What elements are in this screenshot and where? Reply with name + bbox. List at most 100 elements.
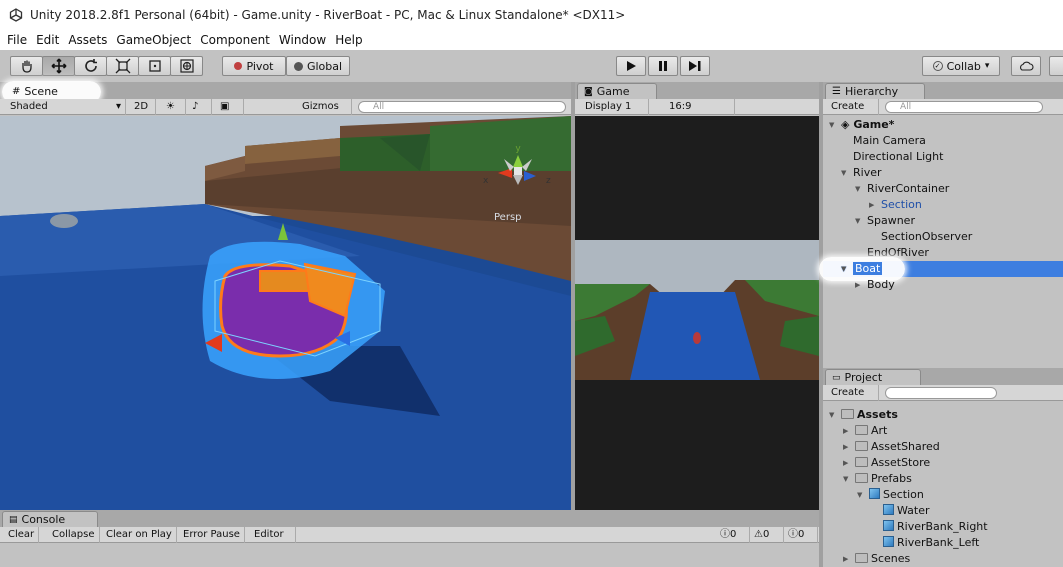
tab-project[interactable]: ▭ Project xyxy=(825,369,921,386)
warning-icon: ⚠ xyxy=(754,529,763,540)
editor-label: Editor xyxy=(254,529,284,540)
project-search-input[interactable] xyxy=(885,387,997,399)
create-label: Create xyxy=(831,101,865,112)
project-item-prefabs[interactable]: Prefabs xyxy=(843,471,912,487)
hierarchy-item-section[interactable]: Section xyxy=(869,197,922,213)
shading-dropdown[interactable]: Shaded ▾ xyxy=(6,99,126,115)
menu-gameobject[interactable]: GameObject xyxy=(113,33,197,47)
scale-tool-button[interactable] xyxy=(106,56,139,76)
error-count: 0 xyxy=(798,529,805,540)
boat-label: Boat xyxy=(853,262,883,275)
hierarchy-item-body[interactable]: Body xyxy=(855,277,895,293)
console-collapse-button[interactable]: Collapse xyxy=(48,527,100,543)
project-item-section[interactable]: Section xyxy=(857,487,924,503)
console-tab-bar xyxy=(0,510,819,527)
hierarchy-item-rivercontainer[interactable]: RiverContainer xyxy=(855,181,949,197)
project-item-water[interactable]: Water xyxy=(883,503,930,519)
project-item-assetshared[interactable]: AssetShared xyxy=(843,439,940,455)
console-editor-dropdown[interactable]: Editor xyxy=(250,527,296,543)
hierarchy-panel: ☰ Hierarchy Create All ◈ Game* Main Came… xyxy=(819,82,1063,364)
prefab-cube-icon xyxy=(883,536,894,547)
project-item-riverbank-left[interactable]: RiverBank_Left xyxy=(883,535,979,551)
menu-assets[interactable]: Assets xyxy=(65,33,113,47)
global-toggle-button[interactable]: Global xyxy=(286,56,350,76)
project-item-assetstore[interactable]: AssetStore xyxy=(843,455,930,471)
hierarchy-item-spawner[interactable]: Spawner xyxy=(855,213,915,229)
display-dropdown[interactable]: Display 1 xyxy=(581,99,649,115)
game-viewport[interactable] xyxy=(575,116,819,510)
rotate-tool-button[interactable] xyxy=(74,56,107,76)
scene-search-input[interactable]: All xyxy=(358,101,566,113)
step-button[interactable] xyxy=(680,56,710,76)
gizmo-z-label: z xyxy=(546,176,551,186)
hierarchy-item-boat[interactable]: Boat xyxy=(841,261,883,277)
project-item-art[interactable]: Art xyxy=(843,423,888,439)
menu-edit[interactable]: Edit xyxy=(33,33,65,47)
tab-game[interactable]: ◙ Game xyxy=(577,83,657,100)
menu-file[interactable]: File xyxy=(4,33,33,47)
pause-icon xyxy=(659,61,667,71)
scene-viewport[interactable]: y x z Persp xyxy=(0,116,571,510)
project-item-scenes[interactable]: Scenes xyxy=(843,551,910,567)
collab-check-icon: ✓ xyxy=(932,61,943,71)
console-clear-button[interactable]: Clear xyxy=(4,527,40,543)
tab-hierarchy[interactable]: ☰ Hierarchy xyxy=(825,83,925,100)
pivot-label: Pivot xyxy=(246,59,274,73)
lighting-toggle[interactable]: ☀ xyxy=(162,99,186,115)
tab-scene[interactable]: # Scene xyxy=(6,83,64,100)
error-icon: ⓘ xyxy=(788,529,798,540)
mode-2d-button[interactable]: 2D xyxy=(130,99,156,115)
pause-button[interactable] xyxy=(648,56,678,76)
project-item-assets[interactable]: Assets xyxy=(829,407,898,423)
aspect-dropdown[interactable]: 16:9 xyxy=(665,99,735,115)
globe-icon xyxy=(293,61,303,71)
project-tab-label: Project xyxy=(844,371,883,384)
game-icon: ◙ xyxy=(584,87,593,97)
pivot-toggle-button[interactable]: Pivot xyxy=(222,56,286,76)
menu-window[interactable]: Window xyxy=(276,33,332,47)
hand-tool-button[interactable] xyxy=(10,56,43,76)
console-toolbar: Clear Collapse Clear on Play Error Pause… xyxy=(0,527,819,543)
menu-component[interactable]: Component xyxy=(197,33,276,47)
console-clear-on-play-button[interactable]: Clear on Play xyxy=(102,527,177,543)
cloud-button[interactable] xyxy=(1011,56,1041,76)
project-create-dropdown[interactable]: Create xyxy=(827,385,879,401)
hierarchy-search-input[interactable]: All xyxy=(885,101,1043,113)
persp-label: Persp xyxy=(494,212,522,223)
hierarchy-item-directional-light[interactable]: Directional Light xyxy=(853,149,943,165)
rect-tool-button[interactable] xyxy=(138,56,171,76)
console-warning-toggle[interactable]: ⚠0 xyxy=(750,527,784,543)
console-error-pause-button[interactable]: Error Pause xyxy=(179,527,245,543)
hierarchy-item-main-camera[interactable]: Main Camera xyxy=(853,133,926,149)
folder-icon xyxy=(841,409,854,419)
info-count: 0 xyxy=(730,529,737,540)
console-info-toggle[interactable]: ⓘ0 xyxy=(716,527,750,543)
collab-dropdown[interactable]: ✓ Collab ▾ xyxy=(922,56,1000,76)
hierarchy-create-dropdown[interactable]: Create xyxy=(827,99,879,115)
move-icon xyxy=(51,58,66,74)
tab-console[interactable]: ▤ Console xyxy=(2,511,98,528)
info-icon: ⓘ xyxy=(720,529,730,540)
console-error-toggle[interactable]: ⓘ0 xyxy=(784,527,818,543)
audio-toggle[interactable]: ♪ xyxy=(188,99,212,115)
project-item-riverbank-right[interactable]: RiverBank_Right xyxy=(883,519,988,535)
collab-label: Collab xyxy=(946,59,981,73)
rect-icon xyxy=(148,60,161,72)
scale-icon xyxy=(115,58,130,74)
account-button[interactable] xyxy=(1049,56,1063,76)
gizmos-dropdown[interactable]: Gizmos xyxy=(298,99,352,115)
hierarchy-item-sectionobserver[interactable]: SectionObserver xyxy=(881,229,972,245)
warning-count: 0 xyxy=(762,529,770,540)
folder-icon xyxy=(855,457,868,467)
grid-icon: # xyxy=(12,85,21,97)
hierarchy-item-river[interactable]: River xyxy=(841,165,881,181)
scene-root[interactable]: ◈ Game* xyxy=(829,117,895,133)
move-tool-button[interactable] xyxy=(42,56,75,76)
window-title: Unity 2018.2.8f1 Personal (64bit) - Game… xyxy=(30,8,626,22)
prefab-cube-icon xyxy=(883,520,894,531)
transform-tool-button[interactable] xyxy=(170,56,203,76)
play-button[interactable] xyxy=(616,56,646,76)
menu-help[interactable]: Help xyxy=(332,33,368,47)
folder-icon xyxy=(855,473,868,483)
effects-dropdown[interactable]: ▣ xyxy=(216,99,244,115)
